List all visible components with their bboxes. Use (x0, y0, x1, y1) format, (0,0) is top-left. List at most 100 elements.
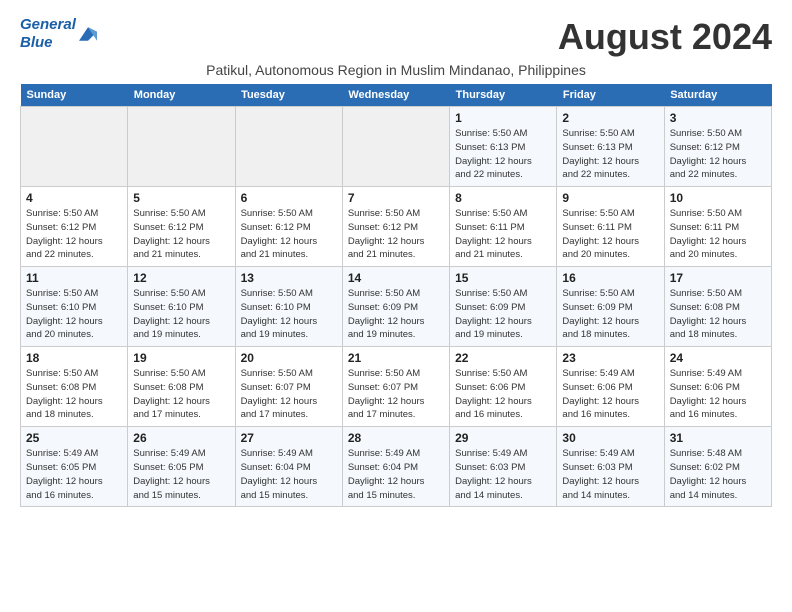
calendar-cell: 12 Sunrise: 5:50 AM Sunset: 6:10 PM Dayli… (128, 267, 235, 347)
calendar-cell (235, 107, 342, 187)
day-info: Sunrise: 5:49 AM Sunset: 6:04 PM Dayligh… (241, 447, 337, 502)
day-info: Sunrise: 5:50 AM Sunset: 6:12 PM Dayligh… (241, 207, 337, 262)
day-number: 3 (670, 111, 766, 125)
calendar-cell: 6 Sunrise: 5:50 AM Sunset: 6:12 PM Daylig… (235, 187, 342, 267)
day-number: 24 (670, 351, 766, 365)
day-number: 4 (26, 191, 122, 205)
day-number: 12 (133, 271, 229, 285)
calendar-header: SundayMondayTuesdayWednesdayThursdayFrid… (21, 84, 772, 107)
day-info: Sunrise: 5:50 AM Sunset: 6:07 PM Dayligh… (241, 367, 337, 422)
day-number: 8 (455, 191, 551, 205)
calendar-cell: 5 Sunrise: 5:50 AM Sunset: 6:12 PM Daylig… (128, 187, 235, 267)
header-day-friday: Friday (557, 84, 664, 107)
calendar-cell: 19 Sunrise: 5:50 AM Sunset: 6:08 PM Dayli… (128, 347, 235, 427)
day-info: Sunrise: 5:49 AM Sunset: 6:04 PM Dayligh… (348, 447, 444, 502)
day-info: Sunrise: 5:50 AM Sunset: 6:10 PM Dayligh… (241, 287, 337, 342)
day-number: 28 (348, 431, 444, 445)
header-day-thursday: Thursday (450, 84, 557, 107)
day-number: 17 (670, 271, 766, 285)
calendar-cell: 18 Sunrise: 5:50 AM Sunset: 6:08 PM Dayli… (21, 347, 128, 427)
calendar-cell: 23 Sunrise: 5:49 AM Sunset: 6:06 PM Dayli… (557, 347, 664, 427)
day-number: 22 (455, 351, 551, 365)
calendar-cell: 22 Sunrise: 5:50 AM Sunset: 6:06 PM Dayli… (450, 347, 557, 427)
month-title: August 2024 (558, 16, 772, 58)
day-info: Sunrise: 5:50 AM Sunset: 6:11 PM Dayligh… (670, 207, 766, 262)
day-info: Sunrise: 5:50 AM Sunset: 6:11 PM Dayligh… (455, 207, 551, 262)
subtitle: Patikul, Autonomous Region in Muslim Min… (20, 62, 772, 78)
day-info: Sunrise: 5:49 AM Sunset: 6:06 PM Dayligh… (562, 367, 658, 422)
day-number: 23 (562, 351, 658, 365)
calendar-cell: 4 Sunrise: 5:50 AM Sunset: 6:12 PM Daylig… (21, 187, 128, 267)
day-number: 13 (241, 271, 337, 285)
day-info: Sunrise: 5:50 AM Sunset: 6:12 PM Dayligh… (348, 207, 444, 262)
day-number: 18 (26, 351, 122, 365)
calendar-cell: 9 Sunrise: 5:50 AM Sunset: 6:11 PM Daylig… (557, 187, 664, 267)
header-day-monday: Monday (128, 84, 235, 107)
day-info: Sunrise: 5:50 AM Sunset: 6:09 PM Dayligh… (562, 287, 658, 342)
day-info: Sunrise: 5:48 AM Sunset: 6:02 PM Dayligh… (670, 447, 766, 502)
day-info: Sunrise: 5:50 AM Sunset: 6:08 PM Dayligh… (133, 367, 229, 422)
calendar-cell: 13 Sunrise: 5:50 AM Sunset: 6:10 PM Dayli… (235, 267, 342, 347)
calendar-cell: 14 Sunrise: 5:50 AM Sunset: 6:09 PM Dayli… (342, 267, 449, 347)
day-number: 25 (26, 431, 122, 445)
day-number: 21 (348, 351, 444, 365)
day-info: Sunrise: 5:50 AM Sunset: 6:10 PM Dayligh… (26, 287, 122, 342)
header-day-saturday: Saturday (664, 84, 771, 107)
calendar-cell: 27 Sunrise: 5:49 AM Sunset: 6:04 PM Dayli… (235, 427, 342, 507)
day-number: 1 (455, 111, 551, 125)
calendar-cell: 10Sunrise: 5:50 AM Sunset: 6:11 PM Dayli… (664, 187, 771, 267)
day-number: 29 (455, 431, 551, 445)
calendar-cell: 30 Sunrise: 5:49 AM Sunset: 6:03 PM Dayli… (557, 427, 664, 507)
calendar-cell (342, 107, 449, 187)
day-info: Sunrise: 5:50 AM Sunset: 6:12 PM Dayligh… (26, 207, 122, 262)
day-number: 14 (348, 271, 444, 285)
day-number: 27 (241, 431, 337, 445)
calendar-cell: 31 Sunrise: 5:48 AM Sunset: 6:02 PM Dayli… (664, 427, 771, 507)
calendar-cell: 21Sunrise: 5:50 AM Sunset: 6:07 PM Dayli… (342, 347, 449, 427)
day-info: Sunrise: 5:50 AM Sunset: 6:10 PM Dayligh… (133, 287, 229, 342)
day-number: 5 (133, 191, 229, 205)
header-day-sunday: Sunday (21, 84, 128, 107)
day-info: Sunrise: 5:50 AM Sunset: 6:09 PM Dayligh… (348, 287, 444, 342)
week-row-4: 18 Sunrise: 5:50 AM Sunset: 6:08 PM Dayli… (21, 347, 772, 427)
day-info: Sunrise: 5:50 AM Sunset: 6:08 PM Dayligh… (670, 287, 766, 342)
logo: General Blue (20, 16, 97, 52)
header-day-wednesday: Wednesday (342, 84, 449, 107)
day-info: Sunrise: 5:49 AM Sunset: 6:03 PM Dayligh… (562, 447, 658, 502)
day-info: Sunrise: 5:50 AM Sunset: 6:06 PM Dayligh… (455, 367, 551, 422)
calendar-cell: 16Sunrise: 5:50 AM Sunset: 6:09 PM Dayli… (557, 267, 664, 347)
header-day-tuesday: Tuesday (235, 84, 342, 107)
day-info: Sunrise: 5:49 AM Sunset: 6:06 PM Dayligh… (670, 367, 766, 422)
day-number: 19 (133, 351, 229, 365)
day-number: 15 (455, 271, 551, 285)
day-info: Sunrise: 5:50 AM Sunset: 6:11 PM Dayligh… (562, 207, 658, 262)
calendar-cell: 1 Sunrise: 5:50 AM Sunset: 6:13 PM Daylig… (450, 107, 557, 187)
day-number: 6 (241, 191, 337, 205)
calendar-cell: 25Sunrise: 5:49 AM Sunset: 6:05 PM Dayli… (21, 427, 128, 507)
day-info: Sunrise: 5:50 AM Sunset: 6:13 PM Dayligh… (455, 127, 551, 182)
calendar-cell (128, 107, 235, 187)
logo-text: General Blue (20, 16, 76, 52)
day-number: 26 (133, 431, 229, 445)
day-number: 20 (241, 351, 337, 365)
day-number: 9 (562, 191, 658, 205)
calendar-cell: 29 Sunrise: 5:49 AM Sunset: 6:03 PM Dayli… (450, 427, 557, 507)
day-info: Sunrise: 5:49 AM Sunset: 6:05 PM Dayligh… (133, 447, 229, 502)
calendar-cell (21, 107, 128, 187)
calendar-table: SundayMondayTuesdayWednesdayThursdayFrid… (20, 84, 772, 507)
calendar-cell: 20 Sunrise: 5:50 AM Sunset: 6:07 PM Dayli… (235, 347, 342, 427)
day-number: 31 (670, 431, 766, 445)
day-info: Sunrise: 5:50 AM Sunset: 6:08 PM Dayligh… (26, 367, 122, 422)
week-row-3: 11 Sunrise: 5:50 AM Sunset: 6:10 PM Dayli… (21, 267, 772, 347)
day-info: Sunrise: 5:49 AM Sunset: 6:03 PM Dayligh… (455, 447, 551, 502)
day-number: 11 (26, 271, 122, 285)
calendar-cell: 26 Sunrise: 5:49 AM Sunset: 6:05 PM Dayli… (128, 427, 235, 507)
calendar-cell: 17 Sunrise: 5:50 AM Sunset: 6:08 PM Dayli… (664, 267, 771, 347)
calendar-cell: 11 Sunrise: 5:50 AM Sunset: 6:10 PM Dayli… (21, 267, 128, 347)
week-row-5: 25 Sunrise: 5:49 AM Sunset: 6:05 PM Dayli… (21, 427, 772, 507)
day-number: 2 (562, 111, 658, 125)
day-info: Sunrise: 5:50 AM Sunset: 6:12 PM Dayligh… (133, 207, 229, 262)
calendar-cell: 3Sunrise: 5:50 AM Sunset: 6:12 PM Daylig… (664, 107, 771, 187)
day-number: 30 (562, 431, 658, 445)
calendar-cell: 24 Sunrise: 5:49 AM Sunset: 6:06 PM Dayli… (664, 347, 771, 427)
